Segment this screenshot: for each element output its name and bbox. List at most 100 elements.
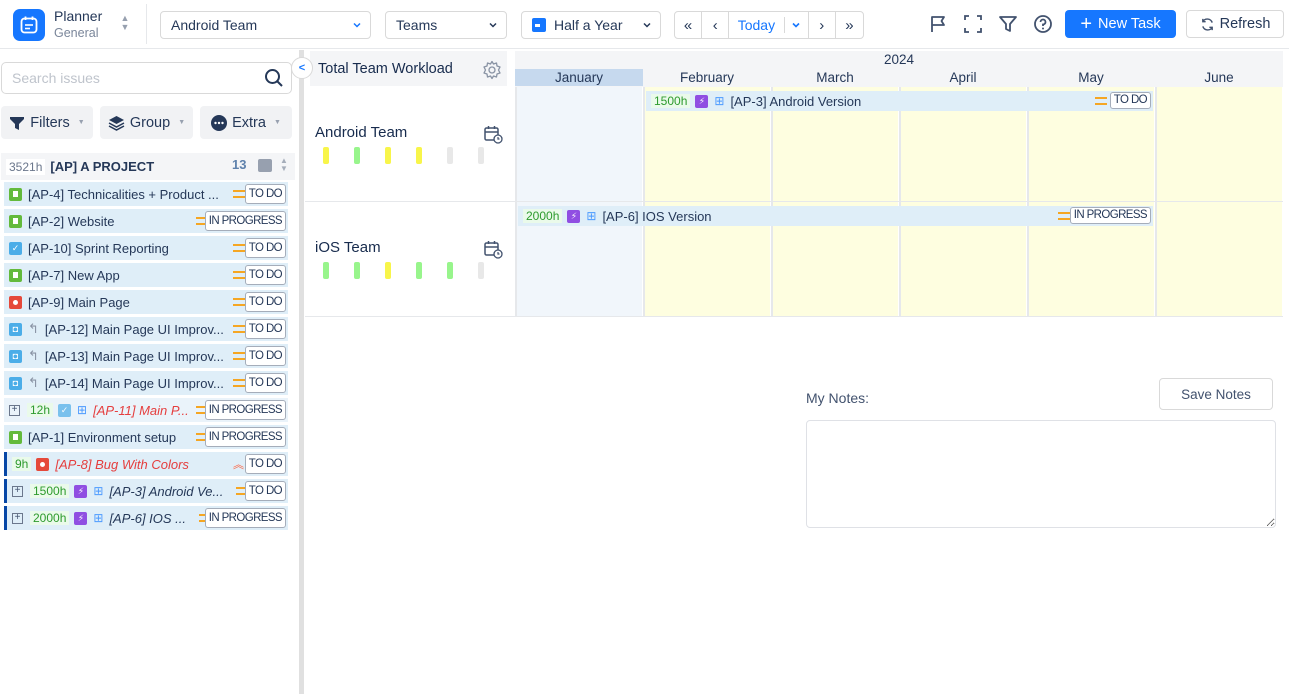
extra-button[interactable]: Extra ▼ — [200, 106, 292, 139]
issue-row[interactable]: ✓ [AP-10] Sprint Reporting TO DO — [4, 236, 288, 260]
task-title: [AP-3] Android Version — [730, 93, 862, 109]
issue-row[interactable]: + 2000h ⚡ ⊞ [AP-6] IOS ... IN PROGRESS — [4, 506, 288, 530]
priority-medium-icon — [233, 379, 245, 387]
status-badge[interactable]: TO DO — [244, 319, 286, 339]
issue-row[interactable]: [AP-9] Main Page TO DO — [4, 290, 288, 314]
calendar-clock-icon[interactable] — [483, 239, 503, 259]
timeline-task-bar[interactable]: 2000h ⚡ ⊞ [AP-6] IOS Version IN PROGRESS — [518, 206, 1153, 226]
status-badge[interactable]: IN PROGRESS — [204, 427, 286, 447]
collapse-sidebar-button[interactable]: < — [291, 57, 313, 79]
load-indicator-none — [478, 147, 484, 164]
status-badge[interactable]: TO DO — [244, 292, 286, 312]
refresh-label: Refresh — [1219, 16, 1271, 32]
issue-row[interactable]: [AP-4] Technicalities + Product ... TO D… — [4, 182, 288, 206]
status-badge[interactable]: TO DO — [1109, 92, 1151, 109]
new-task-label: New Task — [1098, 16, 1161, 32]
caret-down-icon: ▼ — [178, 119, 186, 126]
extra-label: Extra — [232, 114, 266, 131]
issue-row[interactable]: + 12h ✓ ⊞ [AP-11] Main P... IN PROGRESS — [4, 398, 288, 422]
status-badge[interactable]: IN PROGRESS — [204, 211, 286, 231]
load-indicator-ok — [354, 147, 360, 164]
load-indicator-ok — [447, 262, 453, 279]
status-badge[interactable]: TO DO — [244, 265, 286, 285]
new-task-button[interactable]: + New Task — [1065, 10, 1176, 38]
issue-row[interactable]: ◘ ↰ [AP-14] Main Page UI Improv... TO DO — [4, 371, 288, 395]
issue-title: [AP-2] Website — [28, 213, 115, 229]
today-dropdown-button[interactable] — [783, 12, 809, 38]
issue-row[interactable]: [AP-2] Website IN PROGRESS — [4, 209, 288, 233]
status-badge[interactable]: TO DO — [244, 373, 286, 393]
calendar-icon[interactable] — [13, 9, 45, 41]
last-page-button[interactable]: » — [836, 12, 863, 38]
load-indicator-none — [478, 262, 484, 279]
search-icon[interactable] — [264, 68, 284, 88]
filters-button[interactable]: Filters ▼ — [1, 106, 93, 139]
fullscreen-icon[interactable] — [963, 14, 983, 34]
hierarchy-icon: ⊞ — [93, 511, 104, 525]
issue-title: [AP-1] Environment setup — [28, 429, 177, 445]
team-name: Android Team — [315, 124, 408, 141]
bug-icon — [9, 295, 22, 309]
notes-textarea[interactable] — [806, 420, 1276, 528]
status-badge[interactable]: TO DO — [244, 184, 286, 204]
flag-icon[interactable] — [929, 14, 949, 34]
month-label: April — [949, 70, 977, 85]
next-page-button[interactable]: › — [809, 12, 836, 38]
team-row: iOS Team 2000h ⚡ ⊞ [AP-6] IOS Version IN… — [305, 202, 1283, 317]
refresh-button[interactable]: Refresh — [1186, 10, 1284, 38]
expand-icon[interactable]: + — [12, 512, 23, 524]
prev-page-button[interactable]: ‹ — [702, 12, 730, 38]
priority-medium-icon — [233, 352, 245, 360]
period-select[interactable]: Half a Year — [521, 11, 661, 39]
issue-row[interactable]: ◘ ↰ [AP-12] Main Page UI Improv... TO DO — [4, 317, 288, 341]
issue-title: [AP-12] Main Page UI Improv... — [44, 321, 224, 337]
load-indicator-ok — [416, 262, 422, 279]
calendar-check-icon[interactable] — [258, 159, 272, 172]
divider — [146, 4, 147, 44]
issue-row[interactable]: [AP-7] New App TO DO — [4, 263, 288, 287]
app-switch-icon[interactable]: ▲ ▼ — [118, 14, 132, 34]
story-icon — [9, 268, 22, 282]
status-badge[interactable]: IN PROGRESS — [204, 508, 286, 528]
subtask-icon: ◘ — [9, 322, 22, 336]
status-badge[interactable]: TO DO — [244, 481, 286, 501]
issue-row[interactable]: [AP-1] Environment setup IN PROGRESS — [4, 425, 288, 449]
help-icon[interactable] — [1033, 14, 1053, 34]
expand-icon[interactable]: + — [9, 404, 20, 416]
month-cell[interactable] — [1155, 87, 1282, 201]
date-navigation: « ‹ Today › » — [674, 11, 864, 39]
first-page-button[interactable]: « — [675, 12, 703, 38]
status-badge[interactable]: IN PROGRESS — [1069, 207, 1151, 224]
calendar-clock-icon[interactable] — [483, 124, 503, 144]
sort-icon[interactable]: ▲ ▼ — [279, 157, 289, 175]
project-header[interactable]: 3521h [AP] A PROJECT 13 ▲ ▼ — [1, 153, 295, 180]
month-cell[interactable] — [1155, 202, 1282, 316]
priority-medium-icon — [1095, 97, 1107, 105]
issue-row[interactable]: 9h [AP-8] Bug With Colors ︽ TO DO — [4, 452, 288, 476]
month-cell[interactable] — [515, 87, 642, 201]
team-select[interactable]: Android Team — [160, 11, 371, 39]
status-badge[interactable]: TO DO — [244, 346, 286, 366]
issue-row[interactable]: ◘ ↰ [AP-13] Main Page UI Improv... TO DO — [4, 344, 288, 368]
expand-icon[interactable]: + — [12, 485, 23, 497]
hierarchy-icon: ⊞ — [586, 209, 597, 223]
search-input[interactable] — [1, 62, 292, 94]
save-notes-button[interactable]: Save Notes — [1159, 378, 1273, 410]
timeline-header: 2024 January February March April May Ju… — [515, 51, 1283, 87]
filter-icon[interactable] — [998, 14, 1018, 34]
status-badge[interactable]: IN PROGRESS — [204, 400, 286, 420]
status-badge[interactable]: TO DO — [244, 454, 286, 474]
epic-icon: ⚡ — [74, 484, 88, 498]
group-button[interactable]: Group ▼ — [100, 106, 193, 139]
team-select-value: Android Team — [171, 17, 258, 33]
timeline-task-bar[interactable]: 1500h ⚡ ⊞ [AP-3] Android Version TO DO — [646, 91, 1153, 111]
issue-row[interactable]: + 1500h ⚡ ⊞ [AP-3] Android Ve... TO DO — [4, 479, 288, 503]
project-issue-count: 13 — [232, 157, 247, 172]
gear-icon[interactable] — [482, 60, 502, 80]
today-button[interactable]: Today — [729, 12, 783, 38]
load-indicator-ok — [323, 262, 329, 279]
chevron-down-icon — [792, 22, 800, 28]
status-badge[interactable]: TO DO — [244, 238, 286, 258]
group-select[interactable]: Teams — [385, 11, 507, 39]
issue-title: [AP-8] Bug With Colors — [55, 456, 189, 472]
